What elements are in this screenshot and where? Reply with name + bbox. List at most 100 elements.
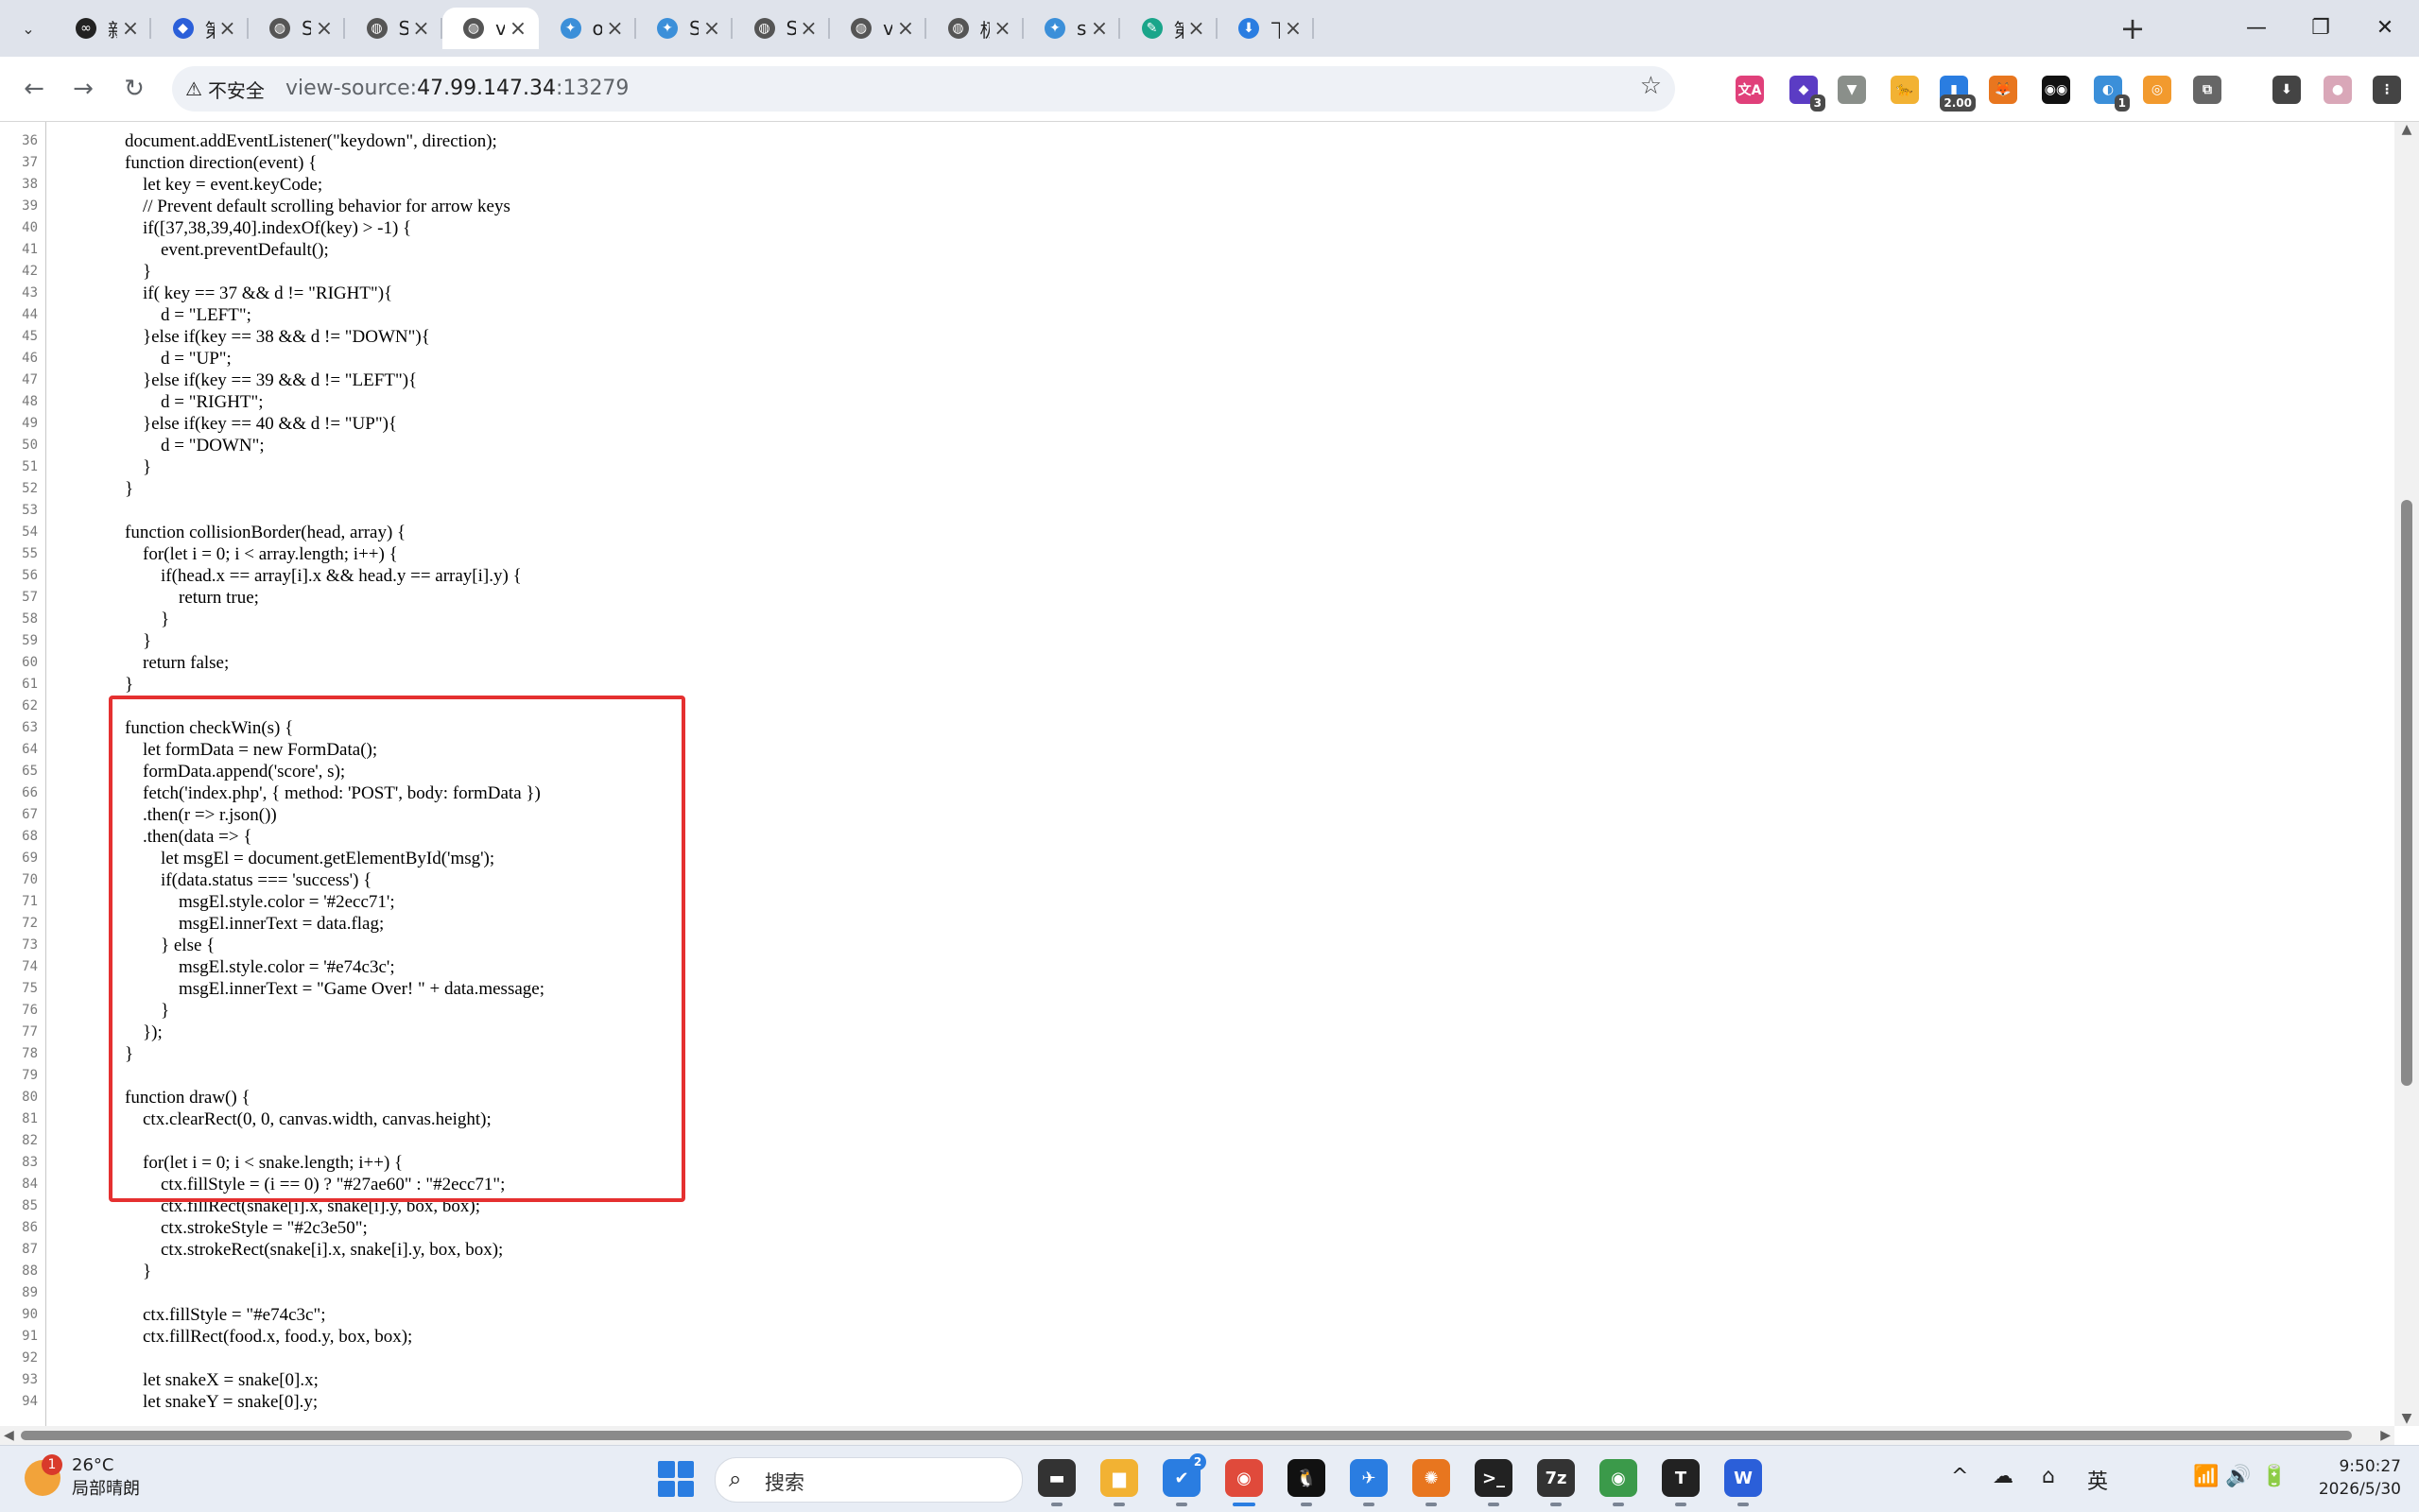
taskbar-7zip-icon[interactable]: 7z (1537, 1459, 1575, 1506)
extension-11-icon[interactable]: ● (2324, 76, 2352, 104)
security-chip[interactable]: ⚠ 不安全 (185, 72, 265, 106)
volume-icon[interactable]: 🔊 (2225, 1465, 2251, 1488)
taskbar-task-view-icon[interactable]: ▬ (1038, 1459, 1076, 1506)
ime-indicator[interactable]: 英 (2087, 1465, 2108, 1495)
battery-icon[interactable]: 🔋 (2261, 1465, 2287, 1488)
taskbar-search[interactable]: ⌕ 搜索 (715, 1457, 1023, 1503)
extension-3-icon[interactable]: 🐆 (1891, 76, 1919, 104)
taskbar-word-icon[interactable]: W (1724, 1459, 1762, 1506)
line-code: }else if(key == 40 && d != "UP"){ (125, 414, 398, 434)
extension-5-icon[interactable]: 🦊 (1989, 76, 2017, 104)
line-number: 74 (22, 959, 38, 974)
tab-search-button[interactable]: ⌄ (13, 13, 43, 43)
url-host: 47.99.147.34 (417, 77, 557, 100)
taskbar-todo-icon[interactable]: ✔ 2 (1163, 1453, 1206, 1506)
tab-0[interactable]: ∞ 新标签页× (55, 8, 151, 49)
tab-title: 第十届 (205, 15, 215, 43)
horizontal-scroll-thumb[interactable] (21, 1431, 2352, 1440)
tab-11[interactable]: ✎ 第十届× (1121, 8, 1218, 49)
tab-close-icon[interactable]: × (1086, 17, 1113, 41)
vertical-scrollbar[interactable]: ▲ ▼ (2394, 122, 2419, 1426)
tab-close-icon[interactable]: × (602, 17, 629, 41)
scroll-down-arrow[interactable]: ▼ (2394, 1411, 2419, 1426)
address-bar[interactable]: ⚠ 不安全 view-source:47.99.147.34:13279 ☆ (172, 66, 1675, 112)
weather-widget[interactable]: 1 26°C 局部晴朗 (25, 1453, 140, 1500)
extension-glyph: 文A (1737, 83, 1762, 98)
new-tab-button[interactable]: + (2114, 9, 2151, 47)
tab-favicon-icon: ✦ (560, 18, 581, 39)
tab-12[interactable]: ⬇ 下载记× (1218, 8, 1314, 49)
scroll-left-arrow[interactable]: ◀ (4, 1426, 14, 1445)
extension-badge: 1 (2114, 94, 2130, 112)
tab-9[interactable]: ◍ 极简支× (927, 8, 1024, 49)
tab-5[interactable]: ✦ otp 02× (540, 8, 636, 49)
taskbar-claude-icon[interactable]: ✺ (1412, 1459, 1450, 1506)
extension-12-icon[interactable]: ⋮ (2373, 76, 2401, 104)
line-code: for(let i = 0; i < array.length; i++) { (125, 544, 398, 564)
extension-1-icon[interactable]: ◆ 3 (1789, 76, 1825, 112)
tab-6[interactable]: ✦ Scatter× (636, 8, 733, 49)
reload-button[interactable]: ↻ (113, 68, 155, 110)
network-tray-icon[interactable]: ⌂ (2042, 1465, 2055, 1488)
url-text[interactable]: view-source:47.99.147.34:13279 (285, 66, 629, 112)
tab-close-icon[interactable]: × (311, 17, 337, 41)
tab-close-icon[interactable]: × (505, 17, 531, 41)
windows-start-icon[interactable] (658, 1461, 694, 1497)
tab-close-icon[interactable]: × (796, 17, 822, 41)
taskbar-feishu-icon[interactable]: ✈ (1350, 1459, 1388, 1506)
tab-favicon-icon: ⬇ (1238, 18, 1259, 39)
extension-0-icon[interactable]: 文A (1736, 76, 1764, 104)
line-number: 87 (22, 1242, 38, 1257)
taskbar-file-explorer-icon[interactable]: ▆ (1100, 1459, 1138, 1506)
extension-9-icon[interactable]: ⧉ (2193, 76, 2221, 104)
scroll-up-arrow[interactable]: ▲ (2394, 122, 2419, 137)
extension-10-icon[interactable]: ⬇ (2272, 76, 2301, 104)
close-window-button[interactable]: ✕ (2357, 9, 2413, 47)
tab-close-icon[interactable]: × (1184, 17, 1210, 41)
tab-1[interactable]: ◆ 第十届× (152, 8, 249, 49)
tab-close-icon[interactable]: × (215, 17, 241, 41)
extension-2-icon[interactable]: ▼ (1838, 76, 1866, 104)
tab-close-icon[interactable]: × (892, 17, 919, 41)
back-button[interactable]: ← (13, 68, 55, 110)
system-clock[interactable]: 9:50:27 2026/5/30 (2307, 1455, 2401, 1501)
taskbar-chrome-2-icon[interactable]: ◉ (1599, 1459, 1637, 1506)
taskbar-typora-icon[interactable]: T (1662, 1459, 1700, 1506)
wifi-icon[interactable]: 📶 (2193, 1465, 2219, 1488)
tab-close-icon[interactable]: × (117, 17, 144, 41)
tab-3[interactable]: ◍ Snake× (346, 8, 442, 49)
line-number: 82 (22, 1133, 38, 1148)
taskbar-chrome-icon[interactable]: ◉ (1225, 1459, 1263, 1506)
horizontal-scrollbar[interactable]: ◀ ▶ (0, 1426, 2394, 1445)
tab-close-icon[interactable]: × (408, 17, 435, 41)
tab-close-icon[interactable]: × (990, 17, 1016, 41)
line-number: 71 (22, 894, 38, 909)
forward-button[interactable]: → (62, 68, 104, 110)
extension-4-icon[interactable]: ▮ 2.00 (1940, 76, 1976, 112)
onedrive-cloud-icon[interactable]: ☁ (1993, 1465, 2013, 1488)
source-line: 90 ctx.fillStyle = "#e74c3c"; (0, 1304, 2394, 1326)
tray-chevron-icon[interactable]: ^ (1951, 1465, 1968, 1488)
taskbar-qq-icon[interactable]: 🐧 (1287, 1459, 1325, 1506)
line-number: 57 (22, 590, 38, 605)
tab-close-icon[interactable]: × (1280, 17, 1306, 41)
running-indicator (1114, 1503, 1125, 1506)
scroll-right-arrow[interactable]: ▶ (2380, 1426, 2391, 1445)
extension-7-icon[interactable]: ◐ 1 (2094, 76, 2130, 112)
tab-4[interactable]: ◍ view-s× (442, 8, 539, 49)
extension-8-icon[interactable]: ◎ (2143, 76, 2171, 104)
tab-8[interactable]: ◍ view-s× (830, 8, 926, 49)
tab-close-icon[interactable]: × (699, 17, 725, 41)
tab-2[interactable]: ◍ Snake× (249, 8, 345, 49)
bookmark-star-icon[interactable]: ☆ (1640, 72, 1662, 100)
minimize-button[interactable]: — (2228, 9, 2285, 47)
extension-glyph: ◎ (2151, 82, 2164, 97)
tab-7[interactable]: ◍ Snake× (734, 8, 830, 49)
vertical-scroll-thumb[interactable] (2401, 500, 2412, 1086)
tab-favicon-icon: ◍ (753, 18, 775, 39)
taskbar-terminal-icon[interactable]: >_ (1475, 1459, 1512, 1506)
restore-button[interactable]: ❐ (2292, 9, 2349, 47)
extension-6-icon[interactable]: ◉◉ (2042, 76, 2070, 104)
line-number: 39 (22, 198, 38, 214)
tab-10[interactable]: ✦ src.zip× (1024, 8, 1120, 49)
